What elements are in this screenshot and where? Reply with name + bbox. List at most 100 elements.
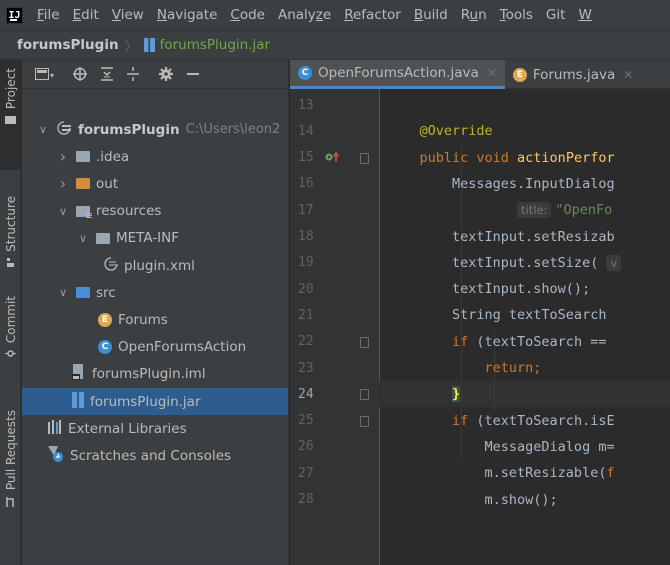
- menu-item-analyze[interactable]: Analyze: [278, 7, 331, 23]
- fold-marker-icon[interactable]: [360, 336, 369, 348]
- chevron-down-icon[interactable]: ∨: [56, 205, 70, 218]
- folder-icon: [96, 232, 110, 244]
- line-number: 26: [298, 439, 314, 455]
- tree-item-label: forumsPlugin.iml: [92, 366, 206, 383]
- project-tree: ∨ forumsPlugin C:\Users\leon2 › .idea › out ∨ re…: [22, 60, 288, 565]
- enum-icon: E: [98, 312, 112, 327]
- chevron-right-icon[interactable]: ›: [56, 147, 70, 166]
- menu-item-tools[interactable]: Tools: [500, 7, 533, 23]
- excluded-folder-icon: [76, 178, 90, 190]
- tab-commit[interactable]: Commit: [0, 296, 21, 382]
- line-number: 14: [298, 123, 314, 139]
- module-folder-icon: [56, 120, 72, 139]
- tab-pull-requests-label: Pull Requests: [3, 410, 18, 491]
- tree-item[interactable]: Scratches and Consoles: [22, 442, 288, 469]
- menu-item-code[interactable]: Code: [230, 7, 265, 23]
- menu-item-git[interactable]: Git: [546, 7, 566, 23]
- resources-folder-icon: [76, 205, 92, 218]
- menu-item-build[interactable]: Build: [414, 7, 448, 23]
- menu-item-file[interactable]: File: [37, 7, 60, 23]
- code-token: String textToSearch: [387, 307, 615, 324]
- code-token: @Override: [387, 123, 493, 140]
- line-number: 23: [298, 360, 314, 376]
- code-line: textInput.setResizab: [387, 224, 615, 250]
- code-line: public void actionPerfor: [387, 145, 615, 171]
- parameter-hint: v: [606, 254, 622, 271]
- tool-window-stripe: Project Structure Commit Pull Requests: [0, 60, 21, 565]
- tree-item[interactable]: C OpenForumsAction: [22, 334, 288, 361]
- tab-project[interactable]: Project: [0, 60, 21, 170]
- tree-item-label: plugin.xml: [124, 257, 195, 274]
- code-line: m.setResizable(f: [387, 460, 615, 486]
- code-line: Messages.InputDialog: [387, 171, 615, 197]
- menu-item-view[interactable]: View: [112, 7, 144, 23]
- tree-item[interactable]: ∨ src: [22, 279, 288, 306]
- tab-project-label: Project: [3, 68, 18, 110]
- line-number: 27: [298, 465, 314, 481]
- chevron-down-icon[interactable]: ∨: [76, 232, 90, 245]
- tree-item[interactable]: External Libraries: [22, 415, 288, 442]
- code-token: MessageDialog m=: [387, 438, 615, 455]
- tree-item-label: Scratches and Consoles: [70, 447, 232, 464]
- menu-item-refactor[interactable]: Refactor: [344, 7, 401, 23]
- fold-marker-icon[interactable]: [360, 415, 369, 427]
- code-token: f: [606, 465, 615, 482]
- close-icon[interactable]: ✕: [487, 66, 497, 80]
- menu-item-edit[interactable]: Edit: [73, 7, 99, 23]
- tree-item-label: External Libraries: [68, 420, 187, 437]
- tree-item[interactable]: ∨ META-INF: [22, 225, 288, 252]
- code-token: return;: [387, 360, 542, 376]
- class-icon: C: [98, 340, 112, 355]
- tree-item[interactable]: plugin.xml: [22, 252, 288, 279]
- tab-openforumsaction-java[interactable]: C OpenForumsAction.java ✕: [290, 60, 505, 89]
- code-line: String textToSearch: [387, 302, 615, 328]
- intellij-logo-icon[interactable]: IJ: [6, 6, 23, 24]
- line-number: 15: [298, 150, 314, 166]
- chevron-right-icon[interactable]: ›: [56, 174, 70, 193]
- tree-item[interactable]: E Forums: [22, 306, 288, 333]
- line-number: 25: [298, 413, 314, 429]
- tree-item[interactable]: › out: [22, 170, 288, 197]
- menu-item-w[interactable]: W: [578, 7, 591, 23]
- code-token: if: [387, 412, 477, 429]
- code-token: (textToSearch ==: [476, 333, 615, 350]
- tab-pull-requests[interactable]: Pull Requests: [0, 410, 21, 530]
- scratches-icon: [48, 445, 64, 466]
- tree-item-label: forumsPlugin: [78, 121, 180, 138]
- jar-file-icon: [72, 391, 84, 412]
- tree-item[interactable]: forumsPlugin.iml: [22, 361, 288, 388]
- close-icon[interactable]: ✕: [623, 68, 633, 82]
- menu-item-navigate[interactable]: Navigate: [157, 7, 218, 23]
- chevron-down-icon[interactable]: ∨: [36, 123, 50, 136]
- enum-icon: E: [512, 67, 527, 82]
- tree-item[interactable]: › .idea: [22, 143, 288, 170]
- code-line: MessageDialog m=: [387, 434, 615, 460]
- iml-file-icon: [72, 364, 86, 384]
- code-line: textInput.setSize( v: [387, 250, 625, 276]
- code-editor[interactable]: @Override public void actionPerfor Messa…: [381, 89, 670, 565]
- code-token: textInput.show();: [387, 281, 591, 298]
- line-number: 20: [298, 281, 314, 297]
- chevron-down-icon[interactable]: ∨: [56, 286, 70, 299]
- override-method-icon[interactable]: [325, 151, 343, 166]
- tree-item[interactable]: ∨ forumsPlugin C:\Users\leon2: [22, 116, 288, 143]
- breadcrumb-file[interactable]: forumsPlugin.jar: [160, 37, 271, 53]
- tab-structure[interactable]: Structure: [0, 196, 21, 286]
- tree-item[interactable]: ∨ resources: [22, 198, 288, 225]
- tree-item-path: C:\Users\leon2: [185, 122, 281, 137]
- tab-structure-label: Structure: [3, 196, 18, 252]
- menu-item-run[interactable]: Run: [461, 7, 487, 23]
- xml-file-icon: [104, 256, 118, 275]
- tree-item[interactable]: forumsPlugin.jar: [22, 388, 288, 415]
- fold-marker-icon[interactable]: [360, 389, 369, 401]
- code-token: m.show();: [387, 491, 558, 508]
- fold-marker-icon[interactable]: [360, 152, 369, 164]
- tree-item-label: forumsPlugin.jar: [90, 393, 201, 410]
- breadcrumb-project[interactable]: forumsPlugin: [17, 37, 119, 53]
- tab-forums-java[interactable]: E Forums.java ✕: [505, 60, 641, 89]
- tree-item-label: .idea: [96, 148, 130, 165]
- code-token: Messages.InputDialog: [387, 175, 615, 192]
- code-token: actionPerfor: [517, 149, 615, 166]
- code-token: if: [387, 333, 477, 350]
